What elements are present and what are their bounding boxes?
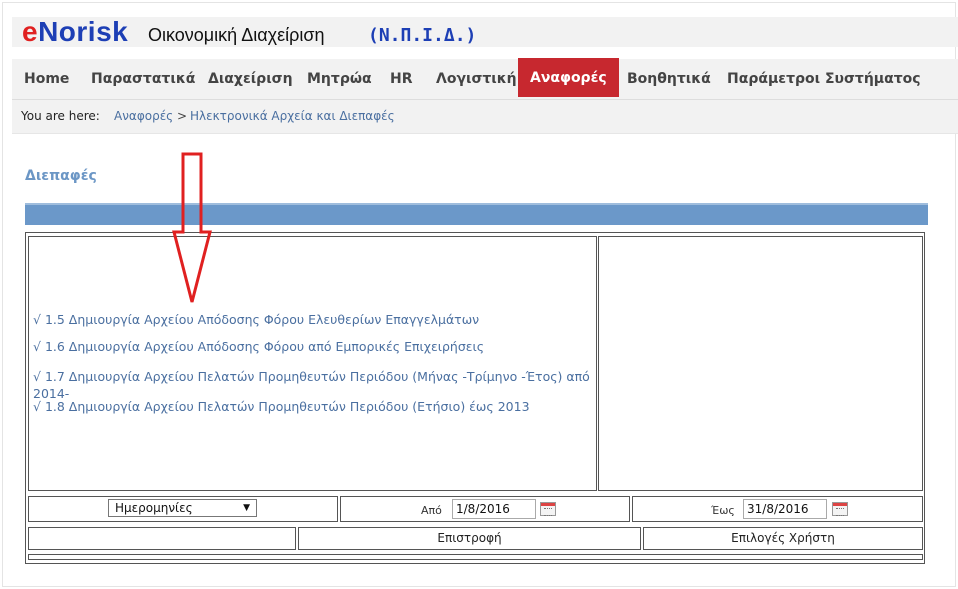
nav-hr[interactable]: HR	[378, 59, 425, 99]
link-1-7[interactable]: √ 1.7 Δημιουργία Αρχείου Πελατών Προμηθε…	[33, 369, 590, 385]
nav-diaxeirisi[interactable]: Διαχείριση	[196, 59, 305, 99]
breadcrumb-label: You are here:	[21, 109, 100, 123]
section-header-bar	[25, 203, 928, 225]
calendar-icon[interactable]	[540, 502, 556, 516]
from-label: Από	[421, 504, 442, 517]
back-button[interactable]: Επιστροφή	[298, 527, 641, 550]
breadcrumb-parent-link[interactable]: Αναφορές	[114, 109, 173, 123]
main-nav: Home Παραστατικά Διαχείριση Μητρώα HR Λο…	[12, 58, 958, 100]
links-panel	[28, 236, 597, 491]
app-title: Οικονομική Διαχείριση	[148, 25, 325, 45]
nav-parastatika[interactable]: Παραστατικά	[79, 59, 207, 99]
period-select[interactable]: Ημερομηνίες ▼	[108, 499, 257, 517]
empty-action-cell	[28, 527, 296, 550]
nav-anafores[interactable]: Αναφορές	[518, 58, 619, 97]
user-options-button[interactable]: Επιλογές Χρήστη	[643, 527, 923, 550]
enorisk-logo[interactable]: eNorisk	[22, 15, 128, 49]
calendar-icon[interactable]	[832, 502, 848, 516]
breadcrumb-current: Ηλεκτρονικά Αρχεία και Διεπαφές	[190, 109, 395, 123]
period-select-value: Ημερομηνίες	[115, 501, 193, 515]
from-date-input[interactable]: 1/8/2016	[452, 499, 536, 519]
nav-logistiki[interactable]: Λογιστική	[424, 59, 529, 99]
side-panel	[598, 236, 923, 491]
link-1-8[interactable]: √ 1.8 Δημιουργία Αρχείου Πελατών Προμηθε…	[33, 399, 530, 415]
nav-voithitika[interactable]: Βοηθητικά	[615, 59, 723, 99]
link-1-6[interactable]: √ 1.6 Δημιουργία Αρχείου Απόδοσης Φόρου …	[33, 339, 484, 355]
link-1-5[interactable]: √ 1.5 Δημιουργία Αρχείου Απόδοσης Φόρου …	[33, 312, 479, 328]
red-arrow-annotation	[172, 152, 212, 303]
footer-row	[28, 554, 923, 560]
nav-home[interactable]: Home	[12, 59, 81, 99]
chevron-down-icon: ▼	[243, 503, 250, 513]
breadcrumb-separator: >	[177, 109, 188, 123]
to-label: Έως	[711, 504, 735, 517]
nav-mitroa[interactable]: Μητρώα	[295, 59, 384, 99]
logo-e: e	[22, 16, 39, 47]
to-date-input[interactable]: 31/8/2016	[743, 499, 827, 519]
breadcrumb: You are here: Αναφορές > Ηλεκτρονικά Αρχ…	[12, 100, 958, 134]
app-organization: (Ν.Π.Ι.Δ.)	[368, 25, 477, 46]
nav-parametroi-systimatos[interactable]: Παράμετροι Συστήματος	[715, 59, 933, 99]
logo-name: Norisk	[38, 16, 129, 47]
section-title: Διεπαφές	[25, 168, 97, 184]
